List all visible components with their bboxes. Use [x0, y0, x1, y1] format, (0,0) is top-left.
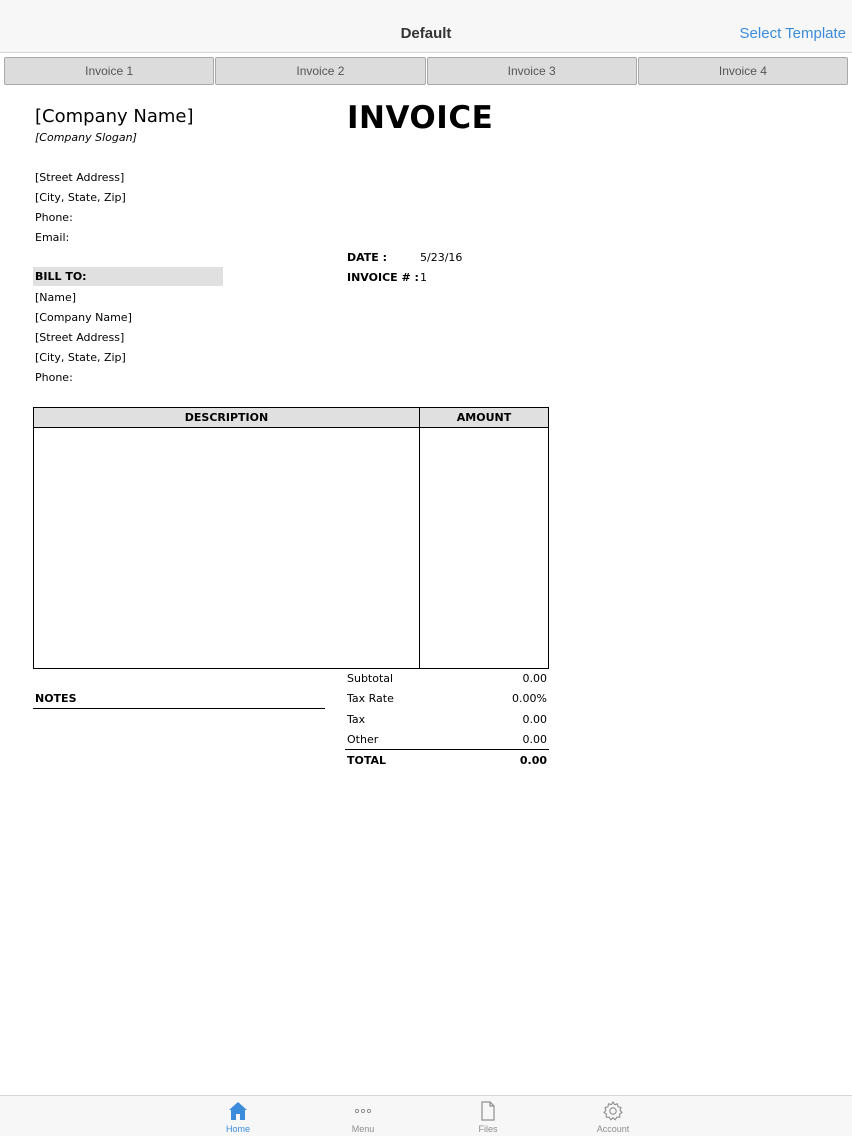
bill-to-company[interactable]: [Company Name] [35, 311, 132, 325]
tax-row: Tax 0.00 [347, 713, 547, 727]
total-value: 0.00 [519, 754, 547, 767]
bill-to-phone[interactable]: Phone: [35, 371, 73, 385]
select-template-button[interactable]: Select Template [740, 25, 846, 42]
tab-home-label: Home [225, 1124, 250, 1134]
subtotal-value: 0.00 [522, 672, 548, 685]
company-city[interactable]: [City, State, Zip] [35, 191, 126, 205]
other-label: Other [347, 733, 379, 746]
other-row[interactable]: Other 0.00 [347, 733, 547, 747]
line-items-table[interactable]: DESCRIPTION AMOUNT [33, 407, 549, 669]
tab-invoice-1[interactable]: Invoice 1 [4, 57, 215, 85]
tab-files-label: Files [478, 1124, 498, 1134]
bottom-tab-bar: Home Menu Files Account [0, 1095, 852, 1136]
tax-rate-value[interactable]: 0.00% [512, 692, 547, 705]
description-column-header: DESCRIPTION [184, 411, 269, 424]
other-value[interactable]: 0.00 [523, 733, 548, 746]
tab-menu[interactable]: Menu [323, 1096, 403, 1136]
bill-to-city[interactable]: [City, State, Zip] [35, 351, 126, 365]
tax-value: 0.00 [522, 713, 548, 726]
totals-divider [345, 749, 549, 750]
bill-to-label: BILL TO: [35, 270, 87, 283]
column-divider [419, 408, 420, 668]
tab-invoice-4[interactable]: Invoice 4 [637, 57, 848, 85]
invoice-title: INVOICE [347, 100, 494, 136]
invoice-number-value[interactable]: 1 [420, 271, 427, 285]
tab-account[interactable]: Account [573, 1096, 653, 1136]
tab-account-label: Account [596, 1124, 630, 1134]
tax-rate-row[interactable]: Tax Rate 0.00% [347, 692, 547, 706]
notes-label: NOTES [35, 692, 77, 705]
tax-rate-label: Tax Rate [347, 692, 394, 705]
subtotal-row: Subtotal 0.00 [347, 672, 547, 686]
company-phone[interactable]: Phone: [35, 211, 73, 225]
company-email[interactable]: Email: [35, 231, 69, 245]
notes-divider [33, 708, 325, 709]
file-icon [481, 1101, 495, 1121]
bill-to-street[interactable]: [Street Address] [35, 331, 124, 345]
company-name[interactable]: [Company Name] [35, 106, 194, 128]
tab-home[interactable]: Home [198, 1096, 278, 1136]
total-row: TOTAL 0.00 [347, 754, 547, 768]
more-icon [354, 1108, 372, 1114]
company-street[interactable]: [Street Address] [35, 171, 124, 185]
total-label: TOTAL [347, 754, 387, 767]
nav-title: Default [400, 25, 452, 42]
navigation-bar: Default Select Template [0, 0, 852, 53]
tab-files[interactable]: Files [448, 1096, 528, 1136]
invoice-number-label: INVOICE # : [347, 271, 419, 284]
amount-column-header: AMOUNT [456, 411, 512, 424]
date-value[interactable]: 5/23/16 [420, 251, 462, 265]
home-icon [229, 1102, 247, 1120]
bill-to-name[interactable]: [Name] [35, 291, 76, 305]
tab-menu-label: Menu [351, 1124, 375, 1134]
tax-label: Tax [347, 713, 366, 726]
invoice-tab-bar: Invoice 1 Invoice 2 Invoice 3 Invoice 4 [4, 57, 848, 85]
tab-invoice-3[interactable]: Invoice 3 [426, 57, 637, 85]
date-label: DATE : [347, 251, 388, 264]
subtotal-label: Subtotal [347, 672, 394, 685]
tab-invoice-2[interactable]: Invoice 2 [215, 57, 426, 85]
company-slogan[interactable]: [Company Slogan] [35, 131, 137, 144]
gear-icon [603, 1100, 623, 1121]
